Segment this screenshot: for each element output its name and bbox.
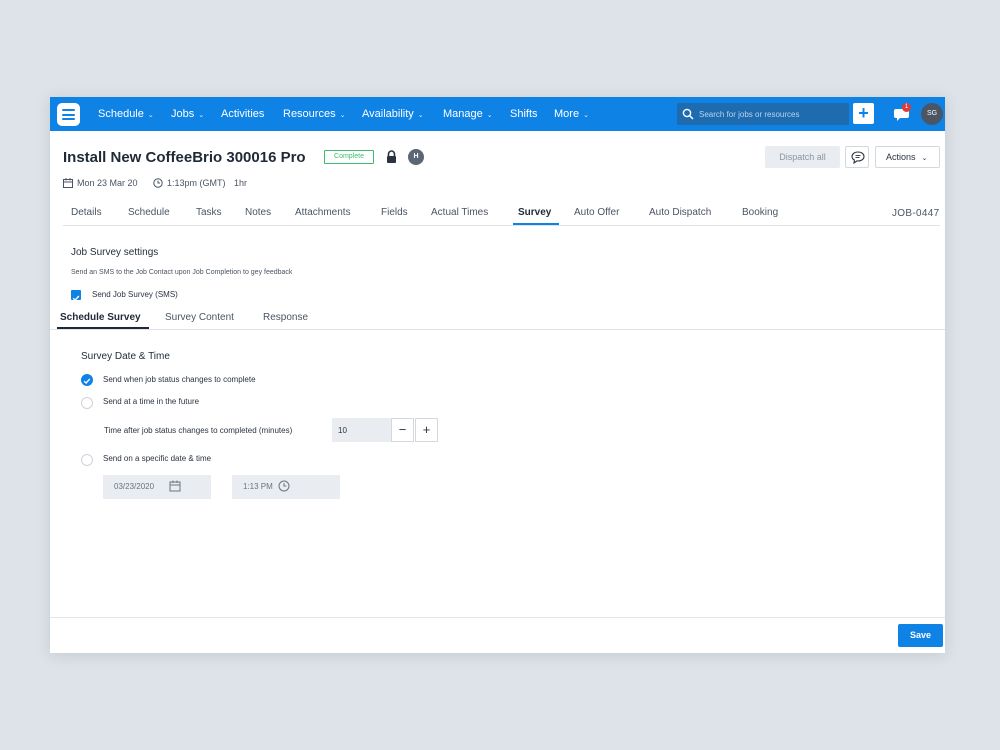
status-badge: Complete: [324, 150, 374, 164]
radio-send-future[interactable]: [81, 397, 93, 409]
send-survey-checkbox[interactable]: [71, 290, 81, 302]
survey-settings-description: Send an SMS to the Job Contact upon Job …: [71, 269, 293, 276]
app-window: Schedule ⌄ Jobs ⌄ Activities Resources ⌄ Av…: [50, 97, 945, 653]
survey-date-time-title: Survey Date & Time: [81, 351, 170, 362]
checkmark-icon: [83, 378, 91, 384]
tab-notes[interactable]: Notes: [245, 207, 271, 218]
nav-item-resources[interactable]: Resources ⌄: [283, 97, 345, 131]
subtab-response[interactable]: Response: [263, 312, 308, 323]
notification-count-badge: 1: [902, 103, 911, 112]
send-survey-label: Send Job Survey (SMS): [92, 290, 178, 299]
add-button[interactable]: +: [853, 103, 874, 124]
chevron-down-icon: ⌄: [417, 112, 424, 119]
clock-icon: [153, 178, 163, 188]
plus-icon: +: [858, 103, 869, 123]
subtab-survey-content[interactable]: Survey Content: [165, 312, 234, 323]
chevron-down-icon: ⌄: [339, 112, 346, 119]
save-button[interactable]: Save: [898, 624, 943, 647]
time-field[interactable]: 1:13 PM: [232, 475, 340, 499]
plus-icon: +: [422, 422, 431, 437]
dispatch-all-button[interactable]: Dispatch all: [765, 146, 840, 168]
job-time: 1:13pm (GMT): [153, 178, 226, 188]
job-date-text: Mon 23 Mar 20: [77, 178, 138, 188]
user-avatar[interactable]: SG: [921, 103, 943, 125]
tab-schedule[interactable]: Schedule: [128, 207, 170, 218]
nav-item-label: Jobs: [171, 108, 195, 120]
tabs-divider: [63, 225, 940, 226]
search-input[interactable]: [699, 105, 844, 123]
subtabs-divider: [50, 329, 945, 330]
tab-auto-offer[interactable]: Auto Offer: [574, 207, 619, 218]
tab-fields[interactable]: Fields: [381, 207, 408, 218]
tab-actual-times[interactable]: Actual Times: [431, 207, 488, 218]
chevron-down-icon: ⌄: [486, 112, 493, 119]
lock-icon: [387, 150, 396, 163]
minus-icon: −: [398, 422, 407, 437]
chevron-down-icon: ⌄: [147, 112, 154, 119]
nav-item-availability[interactable]: Availability ⌄: [362, 97, 424, 131]
nav-item-label: Activities: [221, 108, 265, 120]
radio-send-specific-date-label: Send on a specific date & time: [103, 454, 212, 463]
radio-send-on-complete-label: Send when job status changes to complete: [103, 375, 256, 384]
nav-item-schedule[interactable]: Schedule ⌄: [98, 97, 154, 131]
tab-tasks[interactable]: Tasks: [196, 207, 222, 218]
comment-button[interactable]: [845, 146, 869, 168]
job-time-text: 1:13pm (GMT): [167, 178, 226, 188]
app-logo-icon[interactable]: [57, 103, 80, 126]
nav-item-label: Schedule: [98, 108, 144, 120]
subtab-schedule-survey[interactable]: Schedule Survey: [60, 312, 141, 323]
radio-send-on-complete[interactable]: [81, 374, 93, 386]
tab-attachments[interactable]: Attachments: [295, 207, 351, 218]
nav-item-label: Shifts: [510, 108, 538, 120]
active-tab-indicator: [513, 223, 559, 225]
tab-booking[interactable]: Booking: [742, 207, 778, 218]
nav-item-label: Availability: [362, 108, 414, 120]
increment-button[interactable]: +: [415, 418, 438, 442]
search-icon: [682, 108, 694, 120]
nav-item-manage[interactable]: Manage ⌄: [443, 97, 493, 131]
chevron-down-icon: ⌄: [921, 155, 928, 162]
search-box: [677, 103, 849, 125]
tab-details[interactable]: Details: [71, 207, 102, 218]
radio-send-specific-date[interactable]: [81, 454, 93, 466]
date-field-value: 03/23/2020: [114, 482, 155, 491]
chevron-down-icon: ⌄: [583, 112, 589, 119]
footer-divider: [50, 617, 945, 618]
page-title: Install New CoffeeBrio 300016 Pro: [63, 149, 306, 166]
job-date: Mon 23 Mar 20: [63, 178, 138, 188]
actions-dropdown[interactable]: Actions ⌄: [875, 146, 940, 168]
radio-send-future-label: Send at a time in the future: [103, 397, 200, 406]
chevron-down-icon: ⌄: [198, 112, 205, 119]
survey-settings-title: Job Survey settings: [71, 247, 159, 258]
nav-item-more[interactable]: More ⌄: [554, 97, 589, 131]
comment-icon: [851, 151, 865, 164]
tab-auto-dispatch[interactable]: Auto Dispatch: [649, 207, 711, 218]
tab-survey[interactable]: Survey: [518, 207, 551, 218]
decrement-button[interactable]: −: [391, 418, 414, 442]
actions-label: Actions: [886, 152, 916, 162]
nav-item-activities[interactable]: Activities: [221, 97, 264, 131]
nav-item-jobs[interactable]: Jobs ⌄: [171, 97, 204, 131]
nav-item-shifts[interactable]: Shifts: [510, 97, 538, 131]
calendar-icon: [63, 178, 73, 188]
assignee-avatar[interactable]: H: [408, 149, 424, 165]
nav-item-label: Manage: [443, 108, 483, 120]
job-duration: 1hr: [234, 178, 248, 188]
nav-item-label: More: [554, 108, 580, 120]
top-nav-bar: Schedule ⌄ Jobs ⌄ Activities Resources ⌄ Av…: [50, 97, 945, 131]
job-id: JOB-0447: [892, 208, 940, 219]
time-field-value: 1:13 PM: [243, 482, 273, 491]
minutes-label: Time after job status changes to complet…: [104, 426, 293, 435]
active-subtab-indicator: [57, 327, 149, 329]
nav-item-label: Resources: [283, 108, 336, 120]
date-field[interactable]: 03/23/2020: [103, 475, 211, 499]
minutes-input[interactable]: [332, 418, 392, 442]
calendar-icon: [169, 480, 181, 492]
checkmark-icon: [72, 295, 80, 302]
clock-icon: [278, 480, 290, 492]
